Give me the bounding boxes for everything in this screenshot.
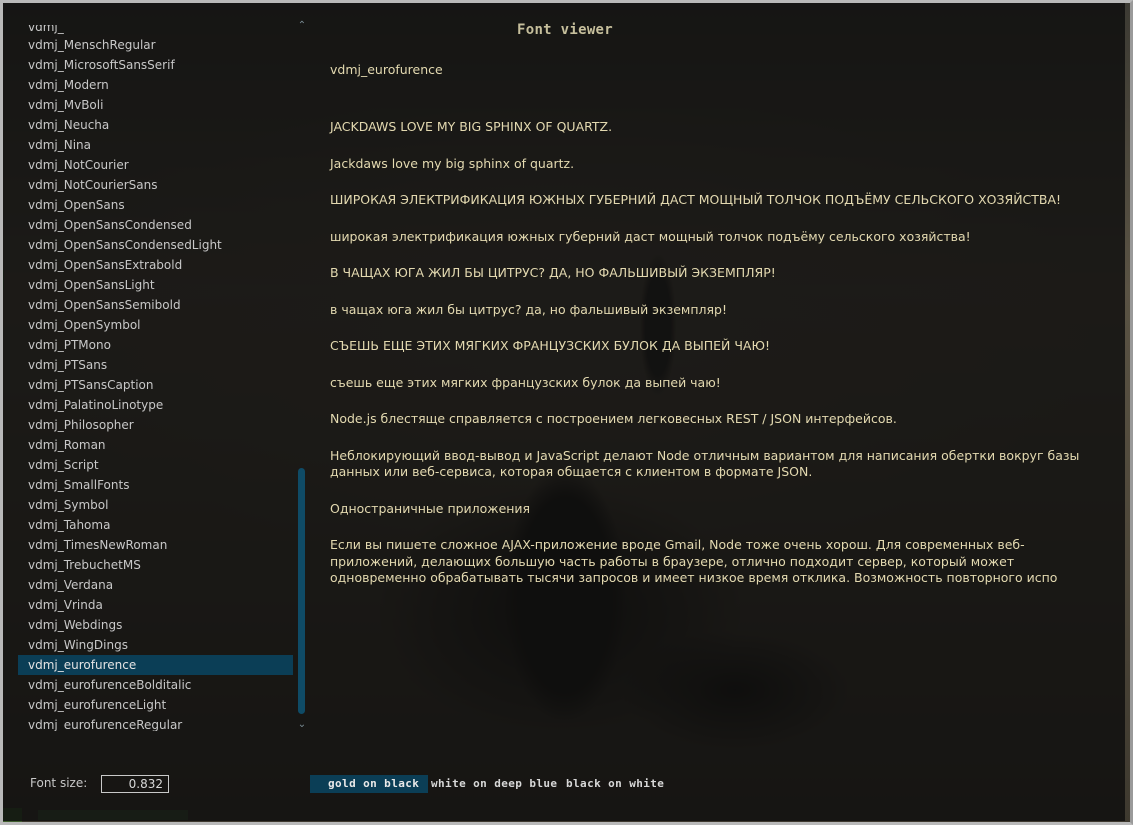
- sample-text: ШИРОКАЯ ЭЛЕКТРИФИКАЦИЯ ЮЖНЫХ ГУБЕРНИЙ ДА…: [330, 192, 1062, 207]
- list-item[interactable]: vdmj_PTSans: [18, 355, 293, 375]
- list-item[interactable]: vdmj_OpenSansSemibold: [18, 295, 293, 315]
- list-item[interactable]: vdmj_Webdings: [18, 615, 293, 635]
- font-list[interactable]: vdmj_ vdmj_MenschRegular vdmj_MicrosoftSa…: [18, 25, 293, 731]
- sample-text: Jackdaws love my big sphinx of quartz.: [330, 155, 575, 171]
- list-item[interactable]: vdmj_eurofurenceRegular: [18, 715, 293, 731]
- list-scrollbar-thumb[interactable]: [298, 468, 305, 714]
- list-item[interactable]: vdmj_Vrinda: [18, 595, 293, 615]
- sample-text: JACKDAWS LOVE MY BIG SPHINX OF QUARTZ.: [330, 119, 613, 134]
- list-item[interactable]: vdmj_OpenSansExtrabold: [18, 255, 293, 275]
- preview-samples: JACKDAWS LOVE MY BIG SPHINX OF QUARTZ. Ja…: [330, 119, 1100, 607]
- list-item[interactable]: vdmj_OpenSymbol: [18, 315, 293, 335]
- list-item[interactable]: vdmj_Symbol: [18, 495, 293, 515]
- list-item[interactable]: vdmj_PalatinoLinotype: [18, 395, 293, 415]
- list-item[interactable]: vdmj_MicrosoftSansSerif: [18, 55, 293, 75]
- list-item[interactable]: vdmj_Modern: [18, 75, 293, 95]
- scheme-white-on-deep-blue-button[interactable]: white on deep blue: [431, 775, 557, 793]
- list-item[interactable]: vdmj_Nina: [18, 135, 293, 155]
- list-item[interactable]: vdmj_OpenSans: [18, 195, 293, 215]
- sample-text: Node.js блестяще справляется с построени…: [330, 411, 897, 426]
- chevron-down-icon[interactable]: ⌄: [296, 719, 308, 731]
- list-item[interactable]: vdmj_WingDings: [18, 635, 293, 655]
- sample-text: Одностраничные приложения: [330, 500, 531, 516]
- list-item[interactable]: vdmj_SmallFonts: [18, 475, 293, 495]
- list-item[interactable]: vdmj_Script: [18, 455, 293, 475]
- list-item[interactable]: vdmj_eurofurenceBolditalic: [18, 675, 293, 695]
- list-item[interactable]: vdmj_OpenSansCondensedLight: [18, 235, 293, 255]
- chevron-up-icon[interactable]: ⌃: [296, 20, 308, 32]
- list-item[interactable]: vdmj_PTSansCaption: [18, 375, 293, 395]
- list-item[interactable]: vdmj_OpenSansCondensed: [18, 215, 293, 235]
- list-item[interactable]: vdmj_Roman: [18, 435, 293, 455]
- font-size-label: Font size:: [30, 776, 88, 790]
- scheme-gold-on-black-button[interactable]: gold on black: [310, 775, 428, 793]
- list-item[interactable]: vdmj_MenschRegular: [18, 35, 293, 55]
- list-item[interactable]: vdmj_Tahoma: [18, 515, 293, 535]
- sample-text: Если вы пишете сложное AJAX-приложение в…: [330, 537, 1058, 585]
- scheme-black-on-white-button[interactable]: black on white: [566, 775, 664, 793]
- preview-font-name: vdmj_eurofurence: [330, 62, 443, 77]
- sample-text: В ЧАЩАХ ЮГА ЖИЛ БЫ ЦИТРУС? ДА, НО ФАЛЬШИ…: [330, 265, 776, 280]
- list-item[interactable]: vdmj_eurofurence: [18, 655, 293, 675]
- font-size-input[interactable]: [101, 775, 169, 793]
- list-item[interactable]: vdmj_MvBoli: [18, 95, 293, 115]
- sample-text: СЪЕШЬ ЕЩЕ ЭТИХ МЯГКИХ ФРАНЦУЗСКИХ БУЛОК …: [330, 338, 770, 353]
- list-item[interactable]: vdmj_OpenSansLight: [18, 275, 293, 295]
- sample-text: Неблокирующий ввод-вывод и JavaScript де…: [330, 447, 1080, 480]
- list-item[interactable]: vdmj_eurofurenceLight: [18, 695, 293, 715]
- window-title: Font viewer: [516, 22, 614, 38]
- list-item[interactable]: vdmj_TrebuchetMS: [18, 555, 293, 575]
- list-item[interactable]: vdmj_NotCourier: [18, 155, 293, 175]
- sample-text: съешь еще этих мягких французских булок …: [330, 374, 721, 390]
- list-item[interactable]: vdmj_Neucha: [18, 115, 293, 135]
- list-item[interactable]: vdmj_NotCourierSans: [18, 175, 293, 195]
- sample-text: широкая электрификация южных губерний да…: [330, 228, 971, 244]
- list-item-partial[interactable]: vdmj_: [18, 25, 293, 35]
- list-item[interactable]: vdmj_Verdana: [18, 575, 293, 595]
- list-item[interactable]: vdmj_TimesNewRoman: [18, 535, 293, 555]
- list-item[interactable]: vdmj_Philosopher: [18, 415, 293, 435]
- list-item[interactable]: vdmj_PTMono: [18, 335, 293, 355]
- sample-text: в чащах юга жил бы цитрус? да, но фальши…: [330, 301, 727, 317]
